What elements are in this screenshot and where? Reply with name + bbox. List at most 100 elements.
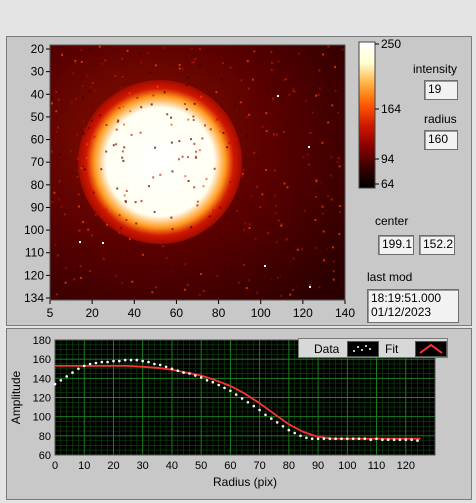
legend-data-swatch (347, 341, 379, 357)
data-point (293, 431, 297, 435)
center-y-indicator[interactable]: 152.2 (419, 235, 455, 255)
intensity-indicator[interactable]: 19 (424, 80, 458, 100)
data-point (386, 438, 390, 441)
data-point (82, 364, 86, 368)
data-point (287, 428, 291, 432)
image-y-tick-label: 70 (31, 155, 45, 169)
data-point (205, 379, 209, 382)
data-point (410, 438, 413, 441)
data-point (182, 371, 185, 374)
x-tick-label: 0 (52, 460, 58, 472)
y-tick-label: 120 (33, 393, 51, 405)
data-point (299, 434, 302, 438)
x-tick-label: 60 (224, 460, 236, 472)
data-point (123, 358, 127, 362)
data-point (369, 438, 373, 441)
data-point (340, 437, 343, 440)
data-point (264, 413, 267, 417)
data-point (199, 376, 203, 379)
data-point (65, 375, 68, 378)
x-tick-label: 30 (137, 460, 149, 472)
image-y-tick-label: 60 (31, 133, 45, 147)
data-point (217, 383, 220, 387)
y-tick-label: 60 (39, 450, 51, 462)
data-point (404, 438, 408, 441)
x-tick-label: 10 (78, 460, 90, 472)
x-tick-label: 110 (368, 460, 386, 472)
x-tick-label: 70 (253, 460, 265, 472)
data-point (77, 367, 80, 371)
data-point (240, 397, 244, 400)
data-point (334, 437, 337, 440)
data-point (135, 358, 139, 362)
last-mod-time: 18:19:51.000 (371, 291, 442, 305)
data-point (357, 437, 361, 440)
image-y-tick-label: 110 (25, 246, 44, 260)
data-point (270, 417, 273, 420)
data-point (246, 401, 250, 404)
image-x-tick-label: 40 (128, 306, 142, 320)
data-point (398, 438, 402, 441)
x-tick-label: 20 (107, 460, 119, 472)
center-x-indicator[interactable]: 199.1 (378, 235, 414, 255)
last-mod-indicator: 18:19:51.000 01/12/2023 (367, 289, 459, 323)
data-point (416, 439, 419, 442)
data-point (94, 361, 98, 365)
data-point (258, 408, 261, 412)
data-point (147, 360, 150, 364)
data-point (164, 365, 168, 369)
data-point (176, 369, 180, 372)
data-point (363, 437, 367, 440)
data-point (100, 360, 104, 364)
last-mod-label: last mod (367, 270, 413, 284)
image-x-tick-label: 100 (251, 306, 271, 320)
intensity-label: intensity (413, 62, 458, 76)
radius-indicator[interactable]: 160 (424, 130, 458, 150)
image-x-tick-label: 20 (85, 306, 99, 320)
x-tick-label: 90 (312, 460, 324, 472)
image-y-tick-label: 80 (31, 178, 45, 192)
data-point (234, 393, 238, 396)
center-label: center (375, 214, 409, 228)
data-point (141, 359, 144, 363)
data-point (158, 363, 162, 367)
colorbar-tick-label: 250 (381, 38, 401, 51)
x-tick-label: 40 (166, 460, 178, 472)
data-point (351, 437, 355, 440)
x-tick-label: 120 (397, 460, 415, 472)
data-point (112, 359, 115, 363)
legend-data-label: Data (314, 342, 340, 356)
y-tick-label: 80 (39, 431, 51, 443)
y-axis-label: Amplitude (9, 371, 23, 425)
image-y-tick-label: 20 (31, 42, 45, 56)
radius-label: radius (424, 112, 457, 126)
data-point (281, 425, 285, 428)
legend-fit-label: Fit (385, 342, 399, 356)
colorbar-tick-label: 164 (381, 102, 401, 116)
data-point (223, 386, 226, 390)
data-point (129, 358, 133, 362)
colorbar-tick-label: 94 (381, 152, 395, 166)
image-x-tick-label: 5 (47, 306, 54, 320)
image-x-tick-label: 120 (293, 306, 313, 320)
y-tick-label: 180 (33, 335, 51, 347)
y-tick-label: 100 (33, 412, 51, 424)
image-y-tick-label: 120 (24, 268, 44, 282)
data-point (71, 371, 74, 374)
image-y-tick-label: 50 (31, 110, 45, 124)
data-point (118, 359, 121, 363)
data-point (194, 374, 197, 377)
data-point (252, 404, 256, 408)
data-point (170, 367, 174, 371)
data-point (375, 437, 378, 440)
colorbar: 250 164 94 64 (358, 38, 401, 191)
data-point (305, 436, 308, 440)
colorbar-gradient (358, 41, 376, 189)
x-tick-label: 100 (338, 460, 356, 472)
data-point (381, 438, 384, 441)
data-point (392, 438, 396, 441)
bright-spot (78, 80, 242, 244)
data-point (59, 379, 63, 382)
image-y-tick-label: 40 (31, 87, 45, 101)
data-point (53, 382, 57, 386)
